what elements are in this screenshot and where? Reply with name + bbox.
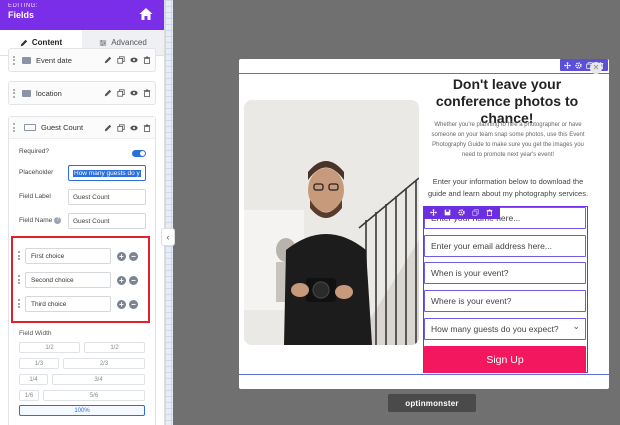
width-option-three-quarters[interactable]: 3/4 <box>52 374 145 385</box>
field-width-label: Field Width <box>19 330 52 337</box>
field-label-label: Field Label <box>19 193 51 200</box>
help-icon[interactable]: ? <box>54 217 62 224</box>
width-option-full[interactable]: 100% <box>19 405 145 416</box>
date-field-icon <box>22 56 31 64</box>
width-option-sixth[interactable]: 1/6 <box>19 390 39 401</box>
optinmonster-logo: optinmonster <box>388 394 476 412</box>
drag-handle-icon[interactable] <box>13 123 16 132</box>
sliders-icon <box>100 39 107 46</box>
width-option-five-sixths[interactable]: 5/6 <box>43 390 145 401</box>
placeholder-input[interactable]: How many guests do y <box>68 165 146 181</box>
email-input[interactable]: Enter your email address here... <box>424 235 586 257</box>
field-name-input[interactable]: Guest Count <box>68 213 146 229</box>
settings-icon[interactable] <box>575 61 582 69</box>
guest-count-select[interactable]: How many guests do you expect? <box>424 318 586 340</box>
width-option-third[interactable]: 1/3 <box>19 358 59 369</box>
field-label-input[interactable]: Guest Count <box>68 189 146 205</box>
save-icon[interactable] <box>444 209 451 216</box>
trash-icon[interactable] <box>143 56 151 64</box>
move-icon[interactable] <box>564 61 571 69</box>
add-choice-icon[interactable]: + <box>117 252 126 261</box>
field-label: Event date <box>36 55 72 65</box>
close-icon[interactable]: ✕ <box>590 62 602 74</box>
dropdown-field-icon <box>24 124 36 131</box>
guest-count-title: Guest Count <box>41 123 84 132</box>
chevron-left-icon: ‹ <box>166 232 170 242</box>
visibility-icon[interactable] <box>130 56 138 64</box>
field-location[interactable]: location <box>8 81 156 105</box>
trash-icon[interactable] <box>143 123 151 132</box>
guest-count-header[interactable]: Guest Count <box>9 117 155 139</box>
required-toggle[interactable] <box>132 150 146 157</box>
placeholder-label: Placeholder <box>19 169 54 176</box>
editor-sidebar: EDITING: Fields Content Advanced Event d… <box>0 0 165 425</box>
event-date-input[interactable]: When is your event? <box>424 262 586 284</box>
width-option-half-a[interactable]: 1/2 <box>19 342 80 353</box>
canvas-grid-edge <box>165 0 173 425</box>
collapse-sidebar-button[interactable]: ‹ <box>161 228 175 246</box>
add-choice-icon[interactable]: + <box>117 300 126 309</box>
tab-content-label: Content <box>31 38 63 47</box>
form-toolbar <box>423 206 500 219</box>
remove-choice-icon[interactable]: − <box>129 252 138 261</box>
drag-handle-icon[interactable] <box>13 88 16 98</box>
settings-icon[interactable] <box>458 209 465 216</box>
add-choice-icon[interactable]: + <box>117 276 126 285</box>
popup-subtext: Enter your information below to download… <box>427 177 589 198</box>
tab-advanced-label: Advanced <box>111 38 147 47</box>
sidebar-header: EDITING: Fields <box>0 0 164 30</box>
edit-icon[interactable] <box>104 89 112 97</box>
sidebar-title: Fields <box>8 10 35 20</box>
drag-handle-icon[interactable] <box>18 275 21 284</box>
signup-button[interactable]: Sign Up <box>424 346 586 373</box>
event-location-input[interactable]: Where is your event? <box>424 290 586 312</box>
duplicate-icon[interactable] <box>472 209 479 216</box>
choice-input-1[interactable]: First choice <box>25 248 111 264</box>
pencil-icon <box>20 39 28 46</box>
text-field-icon <box>22 89 31 97</box>
choice-input-3[interactable]: Third choice <box>25 296 111 312</box>
visibility-icon[interactable] <box>130 89 138 97</box>
trash-icon[interactable] <box>143 89 151 97</box>
photo-illustration <box>244 100 419 345</box>
edit-icon[interactable] <box>104 124 112 132</box>
visibility-icon[interactable] <box>130 124 138 132</box>
photographer-photo <box>244 100 419 345</box>
drag-handle-icon[interactable] <box>18 251 21 260</box>
duplicate-icon[interactable] <box>117 123 125 132</box>
placeholder-value: How many guests do y <box>73 169 141 177</box>
field-name-label: Field Name? <box>19 217 62 224</box>
field-event-date[interactable]: Event date <box>8 48 156 72</box>
editing-overline: EDITING: <box>8 3 39 9</box>
width-option-quarter[interactable]: 1/4 <box>19 374 48 385</box>
remove-choice-icon[interactable]: − <box>129 300 138 309</box>
choice-input-2[interactable]: Second choice <box>25 272 111 288</box>
duplicate-icon[interactable] <box>117 56 125 64</box>
remove-choice-icon[interactable]: − <box>129 276 138 285</box>
move-icon[interactable] <box>429 209 437 216</box>
duplicate-icon[interactable] <box>117 89 125 97</box>
field-label: location <box>36 88 62 98</box>
edit-icon[interactable] <box>104 56 112 64</box>
popup-description: Whether you're planning to hire a photog… <box>431 122 585 158</box>
width-option-two-thirds[interactable]: 2/3 <box>63 358 145 369</box>
width-option-half-b[interactable]: 1/2 <box>84 342 145 353</box>
trash-icon[interactable] <box>486 209 493 216</box>
drag-handle-icon[interactable] <box>18 299 21 308</box>
home-icon[interactable] <box>138 6 154 22</box>
drag-handle-icon[interactable] <box>13 55 16 65</box>
required-label: Required? <box>19 148 49 155</box>
